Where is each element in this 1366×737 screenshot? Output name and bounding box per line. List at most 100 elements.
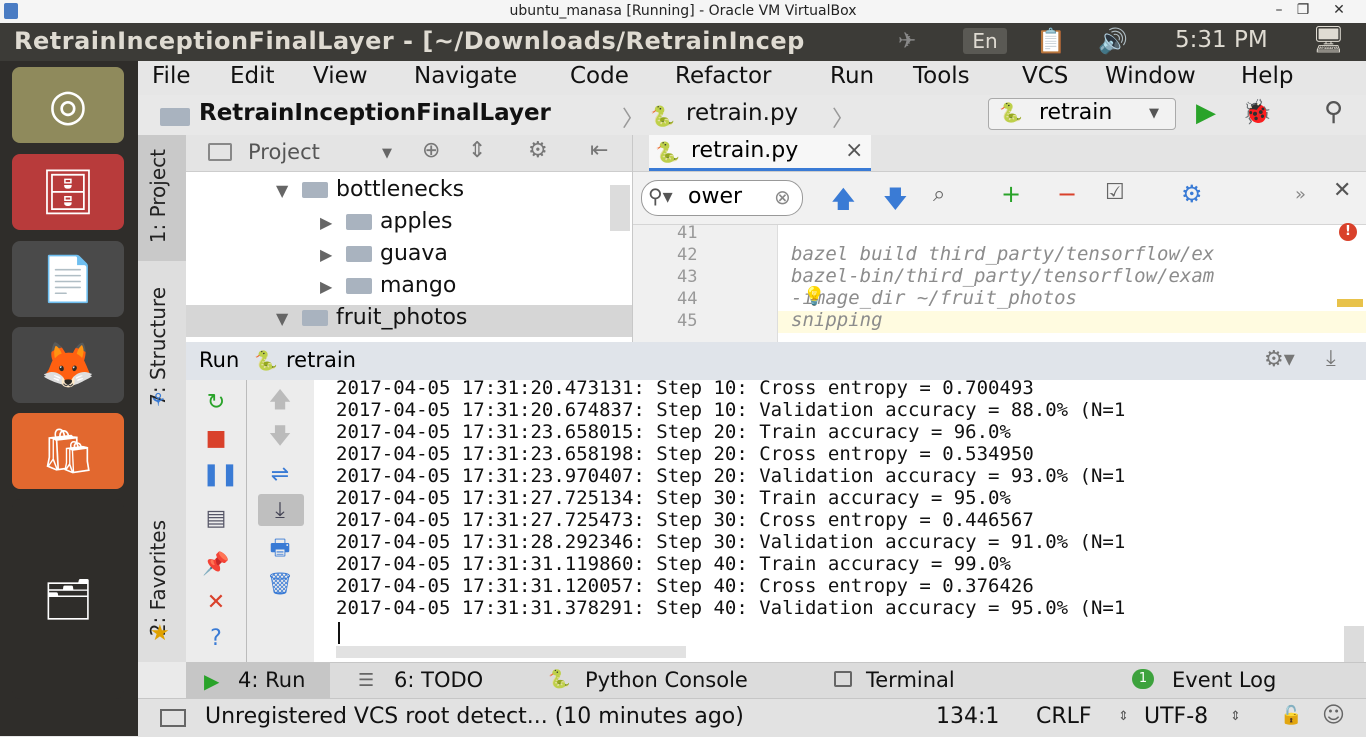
code-line[interactable]: -image_dir ~/fruit_photos xyxy=(791,287,1077,309)
gear-icon[interactable]: ⚙ xyxy=(1181,180,1203,208)
menu-help[interactable]: Help xyxy=(1241,63,1293,89)
clear-search-icon[interactable]: ⊗ xyxy=(774,185,791,209)
vertical-scrollbar[interactable] xyxy=(1344,626,1364,662)
hector-icon[interactable]: ☺ xyxy=(1322,703,1345,728)
toggle-tool-windows-icon[interactable] xyxy=(160,709,186,727)
clear-all-icon[interactable]: 🗑 xyxy=(266,574,294,596)
add-occurrence-icon[interactable]: + xyxy=(1001,180,1021,208)
breadcrumb-file[interactable]: retrain.py xyxy=(686,100,798,126)
menu-code[interactable]: Code xyxy=(570,63,629,89)
tree-item-bottlenecks[interactable]: ▼ bottlenecks xyxy=(276,177,464,202)
locate-icon[interactable]: ⊕ xyxy=(422,138,440,163)
console-output[interactable]: 2017-04-05 17:31:20.473131: Step 10: Cro… xyxy=(314,380,1366,662)
side-tab-project[interactable]: 1: Project xyxy=(146,149,170,243)
maximize-button[interactable]: ❐ xyxy=(1290,2,1316,18)
stop-icon[interactable]: ■ xyxy=(202,428,230,450)
volume-icon[interactable]: 🔊 xyxy=(1098,27,1128,55)
status-message[interactable]: Unregistered VCS root detect... (10 minu… xyxy=(205,704,744,729)
expanded-arrow-icon[interactable]: ▼ xyxy=(276,309,302,328)
editor-tab-retrain[interactable]: 🐍 retrain.py × xyxy=(649,135,871,171)
breadcrumb-project[interactable]: RetrainInceptionFinalLayer xyxy=(199,100,551,126)
side-tab-structure[interactable]: 7: Structure xyxy=(146,287,170,406)
pause-icon[interactable]: ❚❚ xyxy=(202,464,239,486)
menu-refactor[interactable]: Refactor xyxy=(675,63,771,89)
system-settings-icon[interactable]: 🖥 xyxy=(1312,25,1345,55)
soft-wrap-icon[interactable]: ⇌ xyxy=(266,464,294,486)
chevron-down-icon[interactable]: ▼ xyxy=(382,146,392,161)
project-view-label[interactable]: Project xyxy=(248,140,320,164)
next-occurrence-icon[interactable]: 🡇 xyxy=(883,182,908,223)
lightbulb-icon[interactable]: 💡 xyxy=(803,286,825,307)
minimize-button[interactable]: – xyxy=(1266,2,1292,18)
software-center-icon[interactable]: 🛍 xyxy=(12,413,124,489)
collapsed-arrow-icon[interactable]: ▶ xyxy=(320,245,346,264)
gear-icon[interactable]: ⚙▾ xyxy=(1264,347,1295,372)
remove-occurrence-icon[interactable]: − xyxy=(1057,180,1077,208)
bottom-tab-run[interactable]: 4: Run xyxy=(238,668,305,692)
menu-window[interactable]: Window xyxy=(1105,63,1196,89)
print-icon[interactable]: 🖶 xyxy=(266,538,294,560)
error-stripe-marker[interactable] xyxy=(1337,299,1363,307)
line-separator[interactable]: CRLF xyxy=(1036,704,1092,729)
file-encoding[interactable]: UTF-8 xyxy=(1144,704,1208,729)
more-icon[interactable]: » xyxy=(1295,184,1306,205)
help-icon[interactable]: ? xyxy=(202,628,230,650)
menu-run[interactable]: Run xyxy=(830,63,874,89)
hide-panel-icon[interactable]: ⤓ xyxy=(1326,346,1336,371)
collapsed-arrow-icon[interactable]: ▶ xyxy=(320,213,346,232)
run-icon[interactable]: ▶ xyxy=(1196,98,1216,128)
search-everywhere-icon[interactable]: ⚲ xyxy=(1324,97,1343,127)
caret-position[interactable]: 134:1 xyxy=(936,704,999,729)
find-input[interactable]: ⚲▾ ower ⊗ xyxy=(641,180,803,216)
firefox-icon[interactable]: 🦊 xyxy=(12,327,124,403)
find-all-icon[interactable]: ⌕ xyxy=(933,182,945,207)
menu-navigate[interactable]: Navigate xyxy=(414,63,517,89)
menu-file[interactable]: File xyxy=(152,63,191,89)
tree-item-apples[interactable]: ▶ apples xyxy=(320,209,453,234)
tree-item-fruit-photos[interactable]: ▼ fruit_photos xyxy=(186,305,632,337)
run-config-dropdown[interactable]: 🐍 retrain ▼ xyxy=(988,98,1176,130)
lock-icon[interactable]: 🔓 xyxy=(1280,705,1302,726)
error-indicator-icon[interactable]: ! xyxy=(1339,223,1357,241)
project-scrollbar[interactable] xyxy=(610,185,630,231)
menu-vcs[interactable]: VCS xyxy=(1022,63,1068,89)
code-line[interactable]: snipping xyxy=(791,309,883,331)
gear-icon[interactable]: ⚙ xyxy=(528,138,548,163)
code-line[interactable]: bazel build third_party/tensorflow/ex xyxy=(791,243,1214,265)
collapsed-arrow-icon[interactable]: ▶ xyxy=(320,277,346,296)
clipboard-icon[interactable]: 📋 xyxy=(1036,27,1066,55)
network-icon[interactable]: ✈ xyxy=(898,29,916,54)
files-icon[interactable]: 🗄 xyxy=(12,154,124,230)
bottom-tab-terminal[interactable]: Terminal xyxy=(866,668,955,692)
text-editor-icon[interactable]: 📄 xyxy=(12,241,124,317)
menu-edit[interactable]: Edit xyxy=(230,63,275,89)
close-run-icon[interactable]: ✕ xyxy=(202,592,230,614)
dash-home-icon[interactable]: ◎ xyxy=(12,67,124,143)
menu-tools[interactable]: Tools xyxy=(913,63,970,89)
pin-icon[interactable]: 📌 xyxy=(202,554,230,576)
menu-view[interactable]: View xyxy=(313,63,368,89)
tree-item-mango[interactable]: ▶ mango xyxy=(320,273,456,298)
close-button[interactable]: ✕ xyxy=(1326,2,1352,18)
bottom-tab-python-console[interactable]: Python Console xyxy=(585,668,748,692)
debug-icon[interactable]: 🐞 xyxy=(1242,98,1272,126)
scroll-down-icon[interactable]: 🡇 xyxy=(266,426,294,448)
stacked-apps-icon[interactable]: 🗂 xyxy=(12,499,124,699)
scroll-up-icon[interactable]: 🡅 xyxy=(266,390,294,412)
code-line[interactable]: bazel-bin/third_party/tensorflow/exam xyxy=(791,265,1214,287)
keyboard-layout-indicator[interactable]: En xyxy=(963,28,1007,54)
select-all-occurrences-icon[interactable]: ☑ xyxy=(1105,180,1125,205)
tree-item-guava[interactable]: ▶ guava xyxy=(320,241,448,266)
close-tab-icon[interactable]: × xyxy=(845,138,863,163)
rerun-icon[interactable]: ↻ xyxy=(202,392,230,414)
previous-occurrence-icon[interactable]: 🡅 xyxy=(831,182,856,223)
bottom-tab-todo[interactable]: 6: TODO xyxy=(394,668,483,692)
hide-panel-icon[interactable]: ⇤ xyxy=(590,138,608,163)
horizontal-scrollbar[interactable] xyxy=(336,646,686,658)
collapse-all-icon[interactable]: ⇕ xyxy=(468,138,486,163)
close-find-icon[interactable]: ✕ xyxy=(1333,178,1351,203)
bottom-tab-event-log[interactable]: Event Log xyxy=(1172,668,1276,692)
restore-layout-icon[interactable]: ▤ xyxy=(202,508,230,530)
clock[interactable]: 5:31 PM xyxy=(1175,27,1268,53)
expanded-arrow-icon[interactable]: ▼ xyxy=(276,181,302,200)
